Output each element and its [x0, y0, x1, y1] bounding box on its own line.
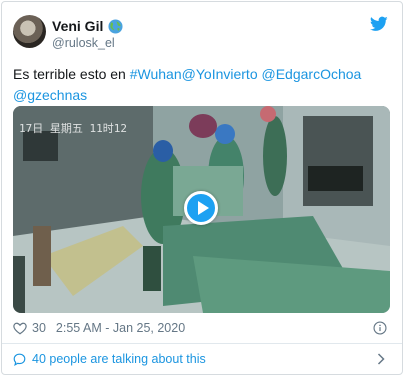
display-name[interactable]: Veni Gil: [52, 18, 103, 34]
video-thumbnail[interactable]: 17日 星期五 11时12: [13, 106, 390, 313]
name-row[interactable]: Veni Gil: [52, 17, 123, 35]
embedded-tweet-card[interactable]: Veni Gil @rulosk_el Es terrible esto en …: [1, 1, 403, 375]
mention-link[interactable]: @YoInvierto: [182, 66, 258, 82]
tweet-timestamp[interactable]: 2:55 AM - Jan 25, 2020: [56, 321, 185, 335]
tweet-text-prefix: Es terrible esto en: [13, 66, 130, 82]
globe-icon: [108, 18, 123, 34]
conversation-link[interactable]: 40 people are talking about this: [13, 351, 393, 367]
twitter-bird-icon[interactable]: [370, 16, 388, 32]
mention-link[interactable]: @EdgarcOchoa: [262, 66, 362, 82]
chevron-right-icon[interactable]: [377, 353, 385, 365]
divider: [2, 343, 402, 344]
heart-icon[interactable]: [13, 322, 27, 335]
avatar[interactable]: [13, 15, 46, 48]
talking-label[interactable]: 40 people are talking about this: [32, 352, 206, 366]
play-icon[interactable]: [184, 191, 218, 225]
tweet-text: Es terrible esto en #Wuhan@YoInvierto @E…: [13, 64, 393, 106]
like-count[interactable]: 30: [32, 321, 46, 335]
tweet-header: Veni Gil @rulosk_el: [2, 2, 402, 58]
comment-icon: [13, 353, 26, 366]
info-icon[interactable]: [373, 321, 387, 335]
tweet-meta-row: 30 2:55 AM - Jan 25, 2020: [13, 320, 393, 336]
hashtag-link[interactable]: #Wuhan: [130, 66, 182, 82]
user-handle[interactable]: @rulosk_el: [52, 36, 115, 50]
mention-link[interactable]: @gzechnas: [13, 87, 87, 103]
video-timestamp-overlay: 17日 星期五 11时12: [19, 122, 127, 135]
